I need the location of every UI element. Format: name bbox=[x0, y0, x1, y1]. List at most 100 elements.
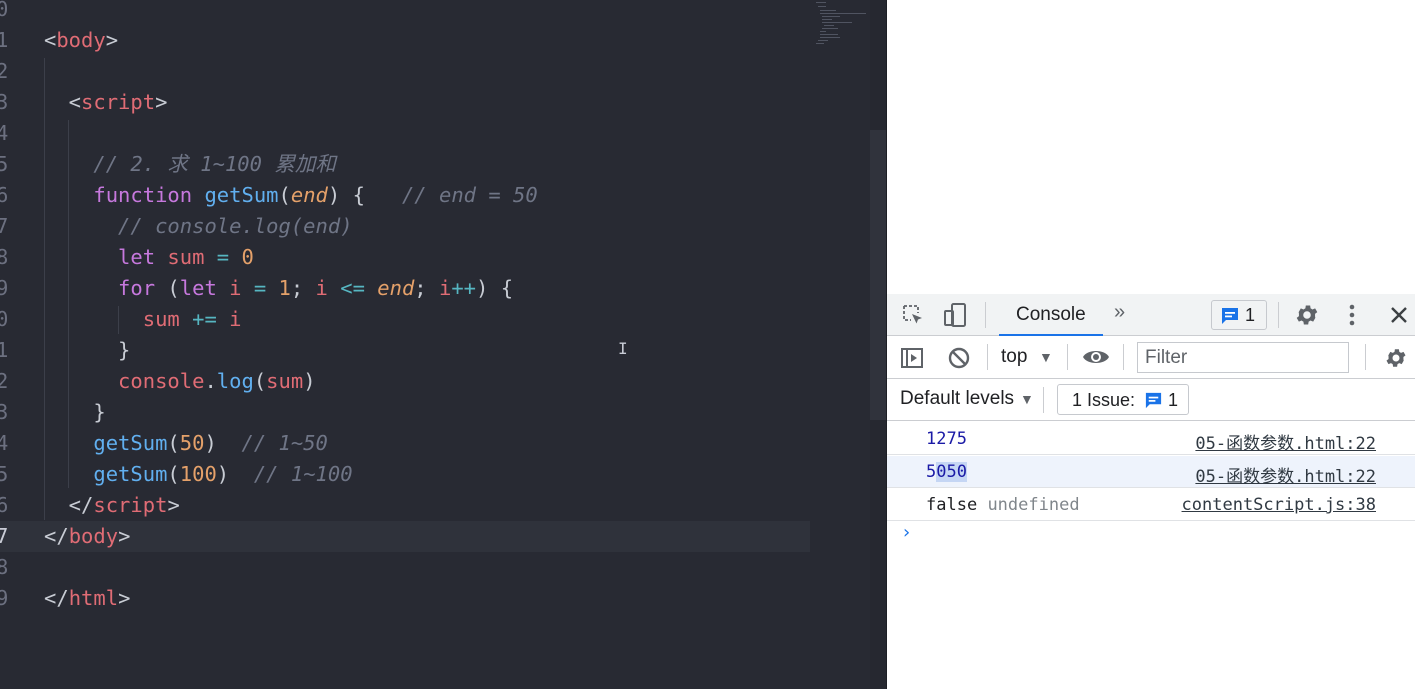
code-text: getSum(100) // 1~100 bbox=[44, 459, 353, 490]
line-number: 0 bbox=[0, 0, 9, 21]
more-tabs-icon[interactable]: » bbox=[1114, 301, 1125, 324]
line-number: 7 bbox=[0, 214, 9, 238]
source-link[interactable]: contentScript.js:38 bbox=[1182, 495, 1376, 515]
code-token: sum bbox=[44, 307, 180, 331]
sidebar-toggle-icon[interactable] bbox=[900, 346, 924, 370]
code-line[interactable]: 1 <body> bbox=[0, 25, 810, 56]
code-token: script bbox=[81, 90, 156, 114]
line-number: 0 bbox=[0, 307, 9, 331]
code-line[interactable]: 0 bbox=[0, 0, 810, 25]
code-token: = bbox=[204, 245, 242, 269]
console-settings-icon[interactable] bbox=[1384, 346, 1408, 370]
console-message[interactable]: 1275 05-函数参数.html:22 bbox=[887, 423, 1415, 455]
code-token: ( bbox=[167, 431, 180, 455]
line-number: 6 bbox=[0, 493, 9, 517]
code-token: // 1~100 bbox=[253, 462, 353, 486]
line-number: 8 bbox=[0, 555, 9, 579]
code-line[interactable]: 5 // 2. 求 1~100 累加和 bbox=[0, 149, 810, 180]
line-number: 1 bbox=[0, 338, 9, 362]
selected-text: 050 bbox=[936, 462, 967, 482]
chevron-down-icon[interactable]: ▼ bbox=[1020, 391, 1034, 407]
code-token: 0 bbox=[241, 245, 254, 269]
divider bbox=[1365, 344, 1366, 370]
console-prompt-icon[interactable]: › bbox=[901, 522, 912, 543]
line-number: 5 bbox=[0, 462, 9, 486]
code-line[interactable]: 6 </script> bbox=[0, 490, 810, 521]
code-token: body bbox=[56, 28, 106, 52]
code-line[interactable]: 0 sum += i bbox=[0, 304, 810, 335]
code-token: body bbox=[68, 524, 119, 548]
code-token: </ bbox=[44, 493, 94, 517]
code-editor[interactable]: 0 1 <body> 2 3 <script> 4 5 // 2. 求 1~100 累加和 6… bbox=[0, 0, 886, 689]
code-token: </ bbox=[44, 586, 69, 610]
console-message[interactable]: false undefined contentScript.js:38 bbox=[887, 489, 1415, 521]
code-token: end bbox=[290, 183, 328, 207]
code-line[interactable]: 4 getSum(50) // 1~50 bbox=[0, 428, 810, 459]
minimap[interactable] bbox=[812, 0, 870, 60]
code-line[interactable]: 7 // console.log(end) bbox=[0, 211, 810, 242]
code-token: </ bbox=[44, 524, 69, 548]
more-options-icon[interactable] bbox=[1344, 303, 1360, 327]
code-line[interactable]: 8 let sum = 0 bbox=[0, 242, 810, 273]
code-line[interactable]: 7 </body> bbox=[0, 521, 810, 552]
code-token: > bbox=[167, 493, 180, 517]
code-line[interactable]: 6 function getSum(end) { // end = 50 bbox=[0, 180, 810, 211]
code-line[interactable]: 2 bbox=[0, 56, 810, 87]
chevron-down-icon[interactable]: ▼ bbox=[1039, 349, 1053, 365]
code-text: getSum(50) // 1~50 bbox=[44, 428, 328, 459]
code-line[interactable]: 5 getSum(100) // 1~100 bbox=[0, 459, 810, 490]
line-number: 8 bbox=[0, 245, 9, 269]
code-token: = bbox=[241, 276, 279, 300]
code-token: i bbox=[315, 276, 328, 300]
source-link[interactable]: 05-函数参数.html:22 bbox=[1195, 462, 1376, 487]
message-icon bbox=[1222, 308, 1238, 324]
code-token: ; bbox=[414, 276, 439, 300]
code-token: html bbox=[68, 586, 119, 610]
editor-scrollbar-thumb[interactable] bbox=[870, 130, 886, 420]
issues-counter-button[interactable]: 1 bbox=[1211, 300, 1267, 330]
code-line[interactable]: 2 console.log(sum) bbox=[0, 366, 810, 397]
issues-label: 1 Issue: bbox=[1072, 390, 1136, 410]
line-number: 3 bbox=[0, 90, 9, 114]
code-line[interactable]: 3 <script> bbox=[0, 87, 810, 118]
tab-console[interactable]: Console bbox=[999, 294, 1103, 337]
clear-console-icon[interactable] bbox=[947, 346, 971, 370]
code-token: > bbox=[118, 586, 131, 610]
code-line[interactable]: 8 bbox=[0, 552, 810, 583]
issues-button[interactable]: 1 Issue: 1 bbox=[1057, 384, 1189, 415]
code-text: console.log(sum) bbox=[44, 366, 316, 397]
code-token: > bbox=[105, 28, 119, 52]
log-value: 1275 bbox=[926, 429, 967, 449]
divider bbox=[1067, 344, 1068, 370]
code-token: ) { bbox=[476, 276, 514, 300]
code-line[interactable]: 9 for (let i = 1; i <= end; i++) { bbox=[0, 273, 810, 304]
console-message[interactable]: 5050 05-函数参数.html:22 bbox=[887, 456, 1415, 488]
code-token: i bbox=[229, 307, 242, 331]
close-icon[interactable] bbox=[1389, 305, 1409, 325]
issues-count: 1 bbox=[1245, 305, 1256, 325]
log-levels-dropdown[interactable]: Default levels bbox=[900, 388, 1014, 410]
gear-icon[interactable] bbox=[1294, 302, 1320, 328]
eye-icon[interactable] bbox=[1082, 346, 1110, 368]
code-token: 50 bbox=[179, 431, 205, 455]
code-token: sum bbox=[167, 245, 205, 269]
code-line[interactable]: 9 </html> bbox=[0, 583, 810, 614]
device-toolbar-icon[interactable] bbox=[943, 302, 969, 328]
log-value-undefined: undefined bbox=[987, 495, 1080, 515]
code-line[interactable]: 1 } bbox=[0, 335, 810, 366]
line-number: 5 bbox=[0, 152, 9, 176]
filter-field[interactable] bbox=[1137, 342, 1349, 373]
code-token: getSum bbox=[44, 462, 168, 486]
source-link[interactable]: 05-函数参数.html:22 bbox=[1195, 429, 1376, 454]
divider bbox=[985, 302, 986, 328]
indent-guide bbox=[118, 306, 119, 334]
code-line[interactable]: 3 } bbox=[0, 397, 810, 428]
console-toolbar: top ▼ bbox=[887, 336, 1415, 379]
context-selector[interactable]: top bbox=[1001, 346, 1027, 368]
code-text: <body> bbox=[44, 25, 118, 56]
divider bbox=[1278, 302, 1279, 328]
filter-input[interactable] bbox=[1138, 343, 1338, 372]
code-line[interactable]: 4 bbox=[0, 118, 810, 149]
inspect-element-icon[interactable] bbox=[901, 303, 925, 327]
browser-page-viewport[interactable] bbox=[886, 0, 1415, 294]
